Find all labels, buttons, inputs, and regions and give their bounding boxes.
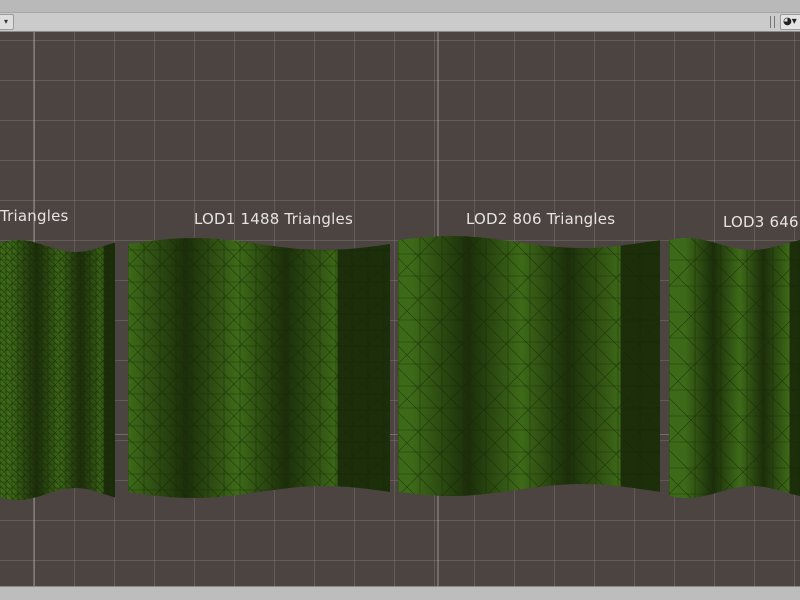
- editor-window: ▾ ◕▾ Triangles LOD1 1488 Triangles LOD2 …: [0, 0, 800, 600]
- scene-view[interactable]: Triangles LOD1 1488 Triangles LOD2 806 T…: [0, 32, 800, 586]
- lod3-mesh[interactable]: [669, 234, 800, 502]
- lod1-mesh[interactable]: [128, 234, 390, 502]
- lod0-label: Triangles: [0, 207, 69, 225]
- draw-mode-dropdown[interactable]: ▾: [0, 14, 14, 30]
- toolbar-grip-icon[interactable]: [770, 16, 775, 28]
- lod0-mesh[interactable]: [0, 236, 115, 504]
- lod3-label: LOD3 646 T: [723, 213, 800, 231]
- gizmos-dropdown[interactable]: ◕▾: [780, 14, 800, 30]
- lod1-label: LOD1 1488 Triangles: [194, 210, 353, 228]
- title-bar: [0, 0, 800, 12]
- lod2-label: LOD2 806 Triangles: [466, 210, 616, 228]
- lod2-mesh[interactable]: [398, 232, 660, 500]
- status-bar: [0, 586, 800, 600]
- scene-toolbar: ▾ ◕▾: [0, 12, 800, 32]
